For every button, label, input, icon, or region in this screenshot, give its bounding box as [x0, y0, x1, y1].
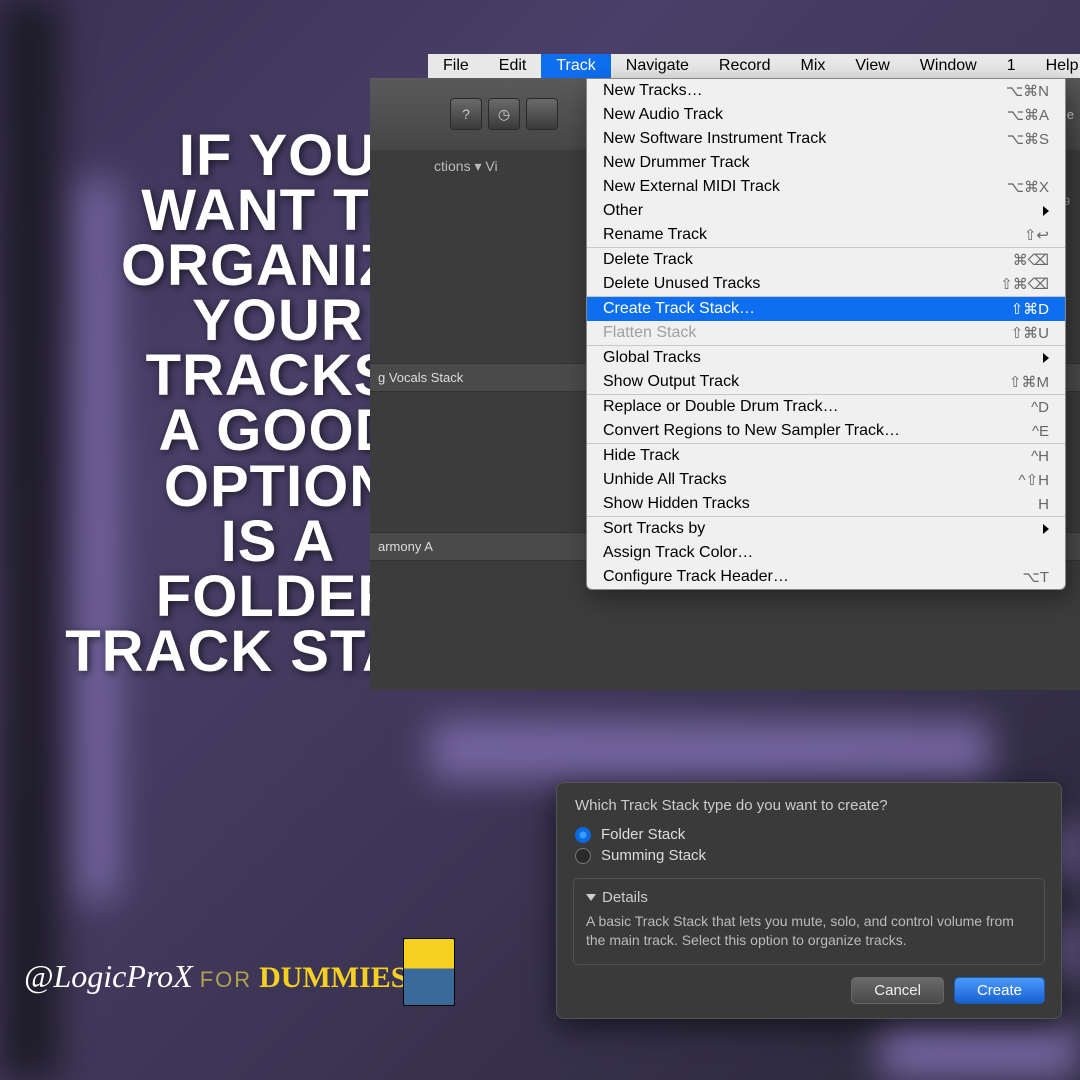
details-label: Details [602, 889, 648, 906]
cancel-button[interactable]: Cancel [851, 977, 944, 1004]
radio-folder-label: Folder Stack [601, 826, 685, 843]
menu-delete-track[interactable]: Delete Track⌘⌫ [587, 248, 1065, 272]
menu-help[interactable]: Help [1031, 54, 1080, 78]
radio-icon [575, 848, 591, 864]
menu-assign-color[interactable]: Assign Track Color… [587, 541, 1065, 565]
radio-folder-stack[interactable]: Folder Stack [557, 824, 1061, 845]
handle-dummies: DUMMIES [259, 961, 407, 994]
menu-rename-track[interactable]: Rename Track⇧↩ [587, 223, 1065, 247]
details-toggle[interactable]: Details [586, 889, 1032, 906]
menu-edit[interactable]: Edit [484, 54, 542, 78]
disclosure-triangle-icon [586, 894, 596, 901]
submenu-arrow-icon [1043, 524, 1049, 534]
menu-sort-tracks[interactable]: Sort Tracks by [587, 517, 1065, 541]
handle-name: @LogicProX [24, 958, 193, 994]
track-stack-dialog: Which Track Stack type do you want to cr… [556, 782, 1062, 1019]
metronome-button[interactable]: ◷ [488, 98, 520, 130]
menu-global-tracks[interactable]: Global Tracks [587, 346, 1065, 370]
menu-convert-regions[interactable]: Convert Regions to New Sampler Track…^E [587, 419, 1065, 443]
menu-flatten-stack: Flatten Stack⇧⌘U [587, 321, 1065, 345]
radio-summing-label: Summing Stack [601, 847, 706, 864]
book-cover-icon [403, 938, 455, 1006]
menu-mix[interactable]: Mix [786, 54, 841, 78]
radio-summing-stack[interactable]: Summing Stack [557, 845, 1061, 866]
menu-track[interactable]: Track [541, 54, 610, 78]
menu-configure-header[interactable]: Configure Track Header…⌥T [587, 565, 1065, 589]
menubar: File Edit Track Navigate Record Mix View… [428, 54, 1080, 78]
menu-create-track-stack[interactable]: Create Track Stack…⇧⌘D [587, 297, 1065, 321]
menu-unhide-all[interactable]: Unhide All Tracks^⇧H [587, 468, 1065, 492]
menu-1[interactable]: 1 [992, 54, 1031, 78]
track-menu-dropdown: New Tracks…⌥⌘N New Audio Track⌥⌘A New So… [586, 78, 1066, 590]
menu-other[interactable]: Other [587, 199, 1065, 223]
menu-show-output-track[interactable]: Show Output Track⇧⌘M [587, 370, 1065, 394]
radio-icon [575, 827, 591, 843]
menu-delete-unused[interactable]: Delete Unused Tracks⇧⌘⌫ [587, 272, 1065, 296]
menu-navigate[interactable]: Navigate [611, 54, 704, 78]
submenu-arrow-icon [1043, 353, 1049, 363]
menu-new-software-instrument[interactable]: New Software Instrument Track⌥⌘S [587, 127, 1065, 151]
menu-new-drummer-track[interactable]: New Drummer Track [587, 151, 1065, 175]
menu-replace-drum-track[interactable]: Replace or Double Drum Track…^D [587, 395, 1065, 419]
submenu-arrow-icon [1043, 206, 1049, 216]
menu-window[interactable]: Window [905, 54, 992, 78]
details-box: Details A basic Track Stack that lets yo… [573, 878, 1045, 965]
menu-show-hidden[interactable]: Show Hidden TracksH [587, 492, 1065, 516]
menu-record[interactable]: Record [704, 54, 786, 78]
menu-file[interactable]: File [428, 54, 484, 78]
menu-hide-track[interactable]: Hide Track^H [587, 444, 1065, 468]
menu-new-external-midi[interactable]: New External MIDI Track⌥⌘X [587, 175, 1065, 199]
help-button[interactable]: ? [450, 98, 482, 130]
menu-new-tracks[interactable]: New Tracks…⌥⌘N [587, 79, 1065, 103]
details-text: A basic Track Stack that lets you mute, … [586, 912, 1032, 950]
dialog-prompt: Which Track Stack type do you want to cr… [557, 783, 1061, 824]
handle-credit: @LogicProX FOR DUMMIES [24, 958, 407, 995]
tool-button[interactable] [526, 98, 558, 130]
handle-for: FOR [200, 967, 252, 992]
menu-view[interactable]: View [840, 54, 904, 78]
menu-new-audio-track[interactable]: New Audio Track⌥⌘A [587, 103, 1065, 127]
create-button[interactable]: Create [954, 977, 1045, 1004]
